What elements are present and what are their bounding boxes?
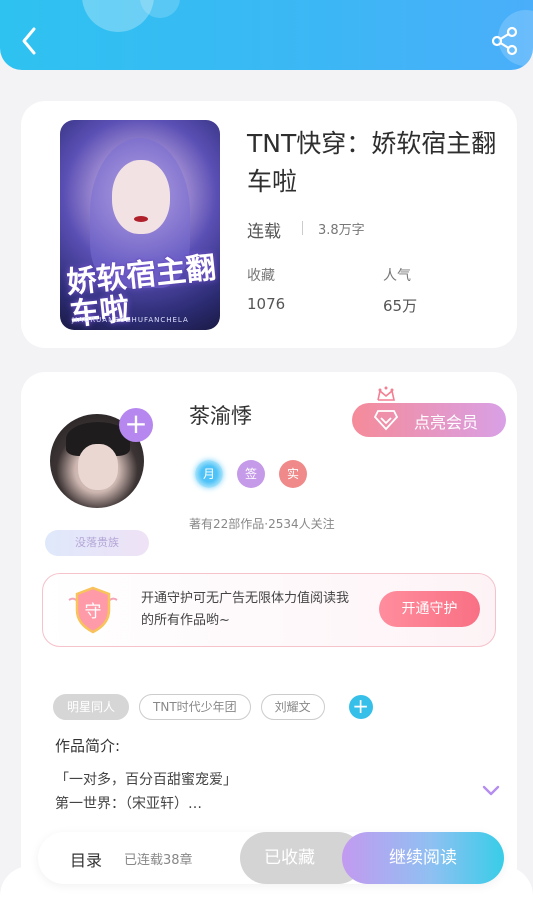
word-count: 3.8万字: [318, 223, 365, 238]
rank-tag: 没落贵族: [45, 530, 149, 556]
book-cover-image[interactable]: 娇软宿主翻车啦 JIAORUANSUZHUFANCHELA: [60, 120, 220, 330]
book-status: 连载: [247, 222, 281, 242]
shield-icon: 守: [68, 586, 118, 634]
table-of-contents-button[interactable]: 目录: [70, 847, 102, 871]
share-button[interactable]: [490, 26, 520, 56]
divider: [302, 221, 303, 235]
tag-item[interactable]: 刘耀文: [260, 694, 325, 720]
vip-button-label: 点亮会员: [414, 413, 479, 432]
tag-item[interactable]: 明星同人: [53, 694, 130, 720]
popularity-label: 人气: [383, 268, 411, 284]
tag-list: 明星同人 TNT时代少年团 刘耀文 +: [53, 694, 373, 720]
follow-author-button[interactable]: +: [119, 408, 153, 442]
author-stats: 著有22部作品·2534人关注: [189, 517, 335, 531]
intro-text: 「一对多，百分百甜蜜宠爱」 第一世界：（宋亚轩）…: [55, 768, 435, 816]
intro-line: 第一世界：（宋亚轩）…: [55, 796, 202, 812]
favorites-value: 1076: [247, 295, 286, 313]
book-title: TNT快穿：娇软宿主翻车啦: [247, 129, 497, 196]
chevron-left-icon: [22, 27, 36, 55]
author-badges: 月 签 实: [195, 460, 307, 488]
share-icon: [491, 26, 518, 56]
top-header: [0, 0, 533, 70]
guard-promo-banner: 守 开通守护可无广告无限体力值阅读我的所有作品哟~ 开通守护: [42, 573, 496, 647]
intro-line: 「一对多，百分百甜蜜宠爱」: [55, 772, 237, 788]
add-tag-button[interactable]: +: [348, 694, 373, 719]
cover-art-face: [112, 160, 170, 234]
monthly-badge: 月: [195, 460, 223, 488]
cover-subtitle: JIAORUANSUZHUFANCHELA: [72, 316, 189, 324]
favorites-label: 收藏: [247, 268, 275, 284]
bottom-action-bar: 目录 已连载38章 已收藏 继续阅读: [38, 832, 504, 884]
diamond-icon: [374, 410, 398, 431]
plus-icon: +: [124, 407, 148, 440]
author-card: + 没落贵族 茶渝悸 点亮会员 月 签 实 著有22部作品·2534人关注 守 …: [21, 372, 517, 912]
shield-icon-char: 守: [85, 602, 102, 622]
avatar-art-face: [78, 444, 118, 490]
book-info-card: 娇软宿主翻车啦 JIAORUANSUZHUFANCHELA TNT快穿：娇软宿主…: [21, 101, 517, 348]
plus-icon: +: [352, 694, 370, 718]
chevron-down-icon[interactable]: [481, 784, 501, 798]
vip-member-button[interactable]: 点亮会员: [352, 403, 506, 437]
open-guard-button[interactable]: 开通守护: [379, 591, 480, 627]
crown-icon: [377, 386, 395, 401]
cover-art-lips: [134, 216, 148, 222]
author-name[interactable]: 茶渝悸: [189, 400, 252, 430]
intro-label: 作品简介:: [55, 737, 121, 755]
popularity-value: 65万: [383, 297, 418, 315]
continue-reading-button[interactable]: 继续阅读: [342, 832, 504, 884]
chapter-count: 已连载38章: [124, 853, 193, 868]
signed-badge: 签: [237, 460, 265, 488]
verified-badge: 实: [279, 460, 307, 488]
guard-promo-text: 开通守护可无广告无限体力值阅读我的所有作品哟~: [141, 591, 350, 628]
tag-item[interactable]: TNT时代少年团: [139, 694, 251, 720]
back-button[interactable]: [14, 24, 44, 58]
